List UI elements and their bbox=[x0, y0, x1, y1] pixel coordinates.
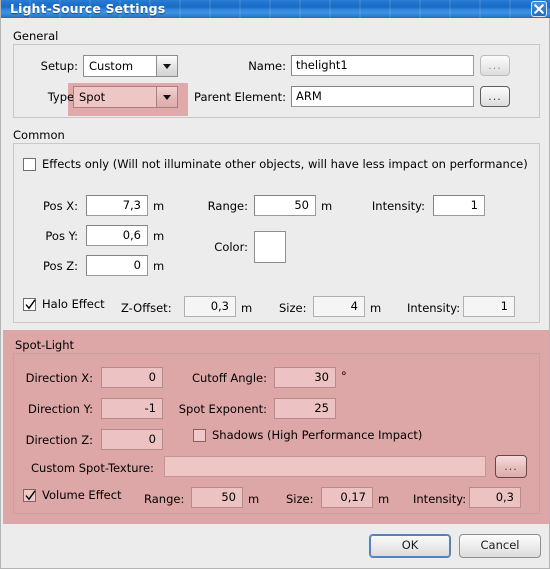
direction-z-label: Direction Z: bbox=[25, 433, 93, 447]
pos-y-unit: m bbox=[153, 229, 165, 243]
pos-y-input[interactable]: 0,6 bbox=[86, 225, 148, 246]
custom-spot-texture-input[interactable] bbox=[164, 456, 486, 477]
cancel-button[interactable]: Cancel bbox=[459, 534, 541, 558]
custom-spot-texture-label: Custom Spot-Texture: bbox=[31, 461, 154, 475]
halo-intensity-label: Intensity: bbox=[407, 301, 461, 315]
name-label: Name: bbox=[248, 59, 286, 73]
type-label: Type: bbox=[47, 90, 78, 104]
common-group-label: Common bbox=[13, 128, 65, 142]
intensity-input[interactable]: 1 bbox=[433, 195, 485, 216]
volume-effect-checkbox[interactable]: Volume Effect bbox=[23, 488, 122, 502]
cutoff-angle-input[interactable]: 30 bbox=[274, 367, 336, 388]
shadows-label: Shadows (High Performance Impact) bbox=[212, 428, 423, 442]
setup-label: Setup: bbox=[40, 59, 78, 73]
setup-combobox[interactable]: Custom bbox=[83, 55, 178, 77]
checkbox-box bbox=[23, 157, 36, 171]
checkmark-icon bbox=[25, 298, 36, 309]
pos-x-unit: m bbox=[153, 199, 165, 213]
checkbox-box bbox=[23, 488, 36, 502]
halo-z-offset-unit: m bbox=[241, 301, 253, 315]
name-browse-button[interactable]: ... bbox=[480, 55, 510, 76]
volume-range-unit: m bbox=[248, 492, 260, 506]
general-group-label: General bbox=[13, 29, 59, 43]
volume-size-unit: m bbox=[378, 492, 390, 506]
halo-z-offset-input[interactable]: 0,3 bbox=[184, 296, 236, 317]
effects-only-checkbox[interactable]: Effects only (Will not illuminate other … bbox=[23, 157, 528, 171]
checkbox-box bbox=[193, 428, 206, 442]
pos-z-unit: m bbox=[153, 259, 165, 273]
halo-intensity-input[interactable]: 1 bbox=[463, 296, 515, 317]
cutoff-angle-unit: ° bbox=[341, 369, 347, 383]
direction-x-label: Direction X: bbox=[25, 371, 93, 385]
spot-exponent-input[interactable]: 25 bbox=[274, 398, 336, 419]
spot-light-group-label: Spot-Light bbox=[15, 338, 74, 352]
pos-x-label: Pos X: bbox=[43, 199, 78, 213]
volume-intensity-input[interactable]: 0,3 bbox=[469, 487, 521, 508]
pos-z-input[interactable]: 0 bbox=[86, 255, 148, 276]
direction-x-input[interactable]: 0 bbox=[101, 367, 163, 388]
custom-spot-texture-browse-button[interactable]: ... bbox=[495, 455, 527, 478]
spot-exponent-label: Spot Exponent: bbox=[178, 402, 267, 416]
halo-effect-checkbox[interactable]: Halo Effect bbox=[23, 297, 105, 311]
setup-value: Custom bbox=[89, 59, 134, 73]
volume-range-label: Range: bbox=[144, 492, 185, 506]
type-combobox[interactable]: Spot bbox=[73, 86, 178, 108]
halo-z-offset-label: Z-Offset: bbox=[121, 301, 172, 315]
shadows-checkbox[interactable]: Shadows (High Performance Impact) bbox=[193, 428, 422, 442]
volume-intensity-label: Intensity: bbox=[413, 492, 467, 506]
halo-size-unit: m bbox=[370, 301, 382, 315]
pos-x-input[interactable]: 7,3 bbox=[86, 195, 148, 216]
direction-y-label: Direction Y: bbox=[28, 402, 93, 416]
intensity-label: Intensity: bbox=[371, 199, 425, 213]
range-input[interactable]: 50 bbox=[254, 195, 316, 216]
color-label: Color: bbox=[214, 240, 248, 254]
parent-element-browse-button[interactable]: ... bbox=[480, 86, 510, 107]
volume-range-input[interactable]: 50 bbox=[191, 487, 243, 508]
name-input[interactable]: thelight1 bbox=[291, 55, 474, 76]
type-value: Spot bbox=[79, 90, 106, 104]
color-swatch[interactable] bbox=[254, 231, 286, 263]
checkbox-box bbox=[23, 297, 36, 311]
halo-size-input[interactable]: 4 bbox=[313, 296, 365, 317]
chevron-down-icon[interactable] bbox=[156, 56, 177, 76]
direction-z-input[interactable]: 0 bbox=[101, 429, 163, 450]
parent-element-label: Parent Element: bbox=[194, 90, 286, 104]
window-title: Light-Source Settings bbox=[10, 1, 166, 16]
parent-element-input[interactable]: ARM bbox=[291, 86, 474, 107]
cutoff-angle-label: Cutoff Angle: bbox=[191, 371, 267, 385]
volume-size-label: Size: bbox=[286, 492, 314, 506]
range-label: Range: bbox=[207, 199, 248, 213]
pos-z-label: Pos Z: bbox=[43, 259, 78, 273]
title-bar[interactable]: Light-Source Settings bbox=[1, 0, 550, 18]
effects-only-label: Effects only (Will not illuminate other … bbox=[42, 157, 528, 171]
halo-effect-label: Halo Effect bbox=[42, 297, 105, 311]
ok-button[interactable]: OK bbox=[369, 534, 451, 558]
close-x-icon[interactable] bbox=[531, 1, 547, 17]
halo-size-label: Size: bbox=[279, 301, 307, 315]
volume-size-input[interactable]: 0,17 bbox=[321, 487, 373, 508]
direction-y-input[interactable]: -1 bbox=[101, 398, 163, 419]
light-source-settings-dialog: Light-Source Settings General Setup: Cus… bbox=[0, 0, 550, 569]
pos-y-label: Pos Y: bbox=[45, 229, 78, 243]
checkmark-icon bbox=[25, 489, 36, 500]
chevron-down-glyph bbox=[163, 94, 171, 100]
close-x-glyph bbox=[534, 4, 544, 14]
chevron-down-glyph bbox=[163, 63, 171, 69]
volume-effect-label: Volume Effect bbox=[42, 488, 122, 502]
range-unit: m bbox=[321, 199, 333, 213]
